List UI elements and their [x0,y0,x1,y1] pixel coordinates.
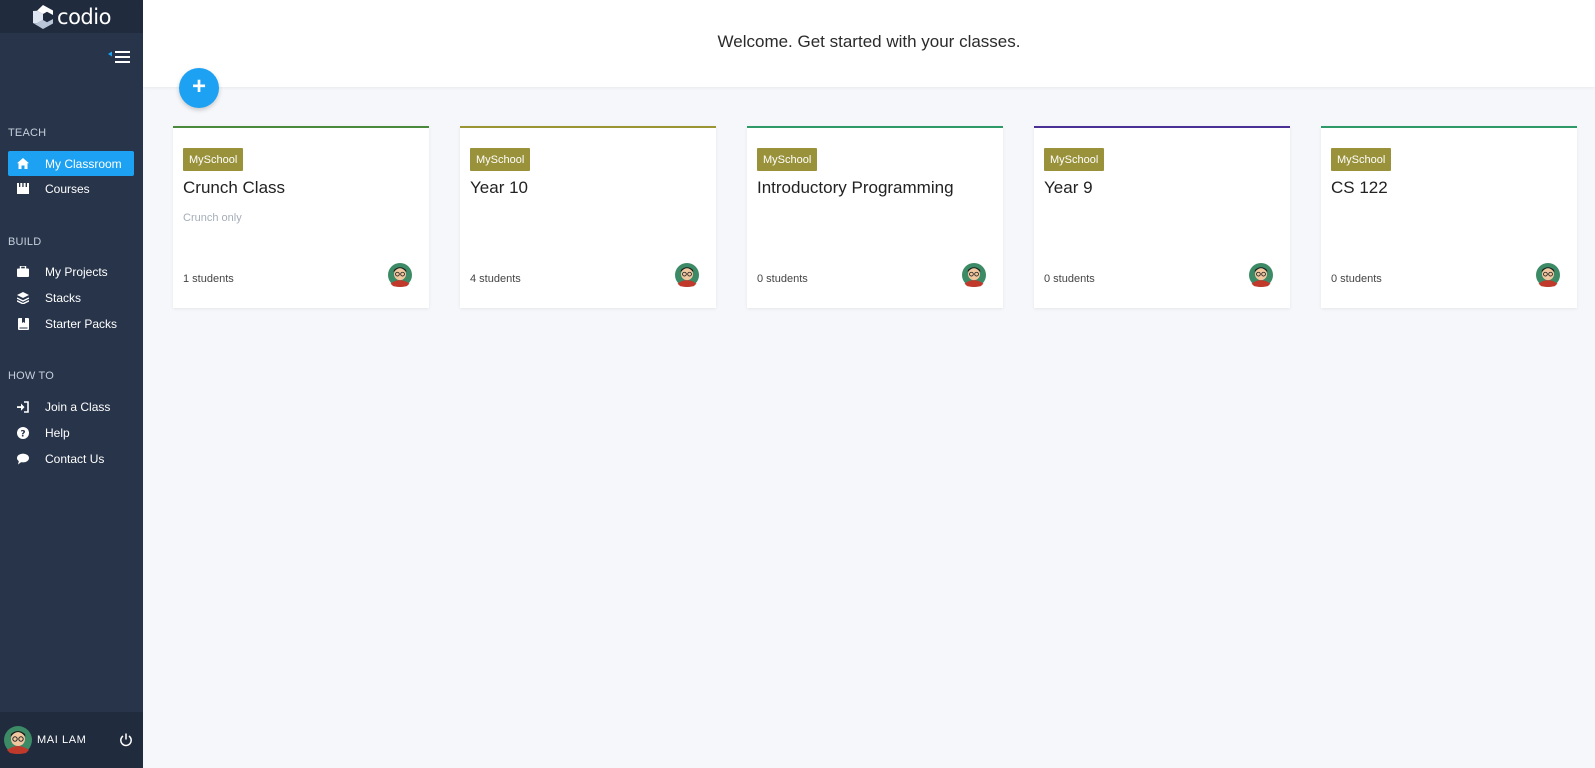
sidebar-item-label: Courses [45,181,90,196]
class-title: Year 9 [1044,178,1093,197]
school-badge: MySchool [757,148,818,171]
sidebar-item-label: Stacks [45,290,82,305]
header: Welcome. Get started with your classes. [143,0,1595,87]
school-badge: MySchool [1044,148,1105,171]
user-avatar[interactable] [4,726,32,754]
class-title: Crunch Class [183,178,286,197]
power-icon[interactable] [119,733,133,747]
teacher-avatar [675,263,699,287]
briefcase-icon [16,265,30,279]
teacher-avatar [962,263,986,287]
sidebar-item-stacks[interactable]: Stacks [8,285,134,310]
codio-logo-icon [33,4,54,29]
class-title: Year 10 [470,178,528,197]
logo[interactable]: codio [0,0,143,33]
sidebar: codio TEACH My Classroom Courses BUILD M… [0,0,143,768]
section-title-how-to: HOW TO [8,370,55,382]
svg-text:?: ? [20,429,25,439]
teacher-avatar [1249,263,1273,287]
sidebar-item-my-classroom[interactable]: My Classroom [8,151,134,176]
stack-layers-icon [16,291,30,305]
class-card[interactable]: MySchool Introductory Programming 0 studen… [747,126,1003,308]
menu-toggle-icon[interactable] [108,49,132,67]
sidebar-item-label: My Projects [45,264,108,279]
school-badge: MySchool [470,148,531,171]
sidebar-item-label: Starter Packs [45,316,118,331]
sidebar-item-contact-us[interactable]: Contact Us [8,446,134,471]
school-badge: MySchool [183,148,244,171]
courses-icon [16,182,30,196]
teacher-avatar [388,263,412,287]
sidebar-item-help[interactable]: ? Help [8,420,134,445]
sidebar-item-label: My Classroom [45,156,122,171]
user-name: MAI LAM [37,734,87,746]
sidebar-item-starter-packs[interactable]: Starter Packs [8,311,134,336]
student-count: 0 students [757,273,808,285]
sign-in-icon [16,400,30,414]
school-badge: MySchool [1331,148,1392,171]
teacher-avatar [1536,263,1560,287]
user-bar: MAI LAM [0,712,143,768]
question-circle-icon: ? [16,426,30,440]
class-card[interactable]: MySchool Year 10 4 students [460,126,716,308]
student-count: 1 students [183,273,234,285]
class-card[interactable]: MySchool CS 122 0 students [1321,126,1577,308]
book-icon [16,317,30,331]
page-title: Welcome. Get started with your classes. [717,32,1021,51]
sidebar-item-my-projects[interactable]: My Projects [8,259,134,284]
sidebar-item-courses[interactable]: Courses [8,176,134,201]
student-count: 0 students [1044,273,1095,285]
class-card[interactable]: MySchool Crunch Class Crunch only 1 student… [173,126,429,308]
logo-text: codio [57,4,111,29]
section-title-teach: TEACH [8,127,47,139]
chat-bubble-icon [16,452,30,466]
class-subtitle: Crunch only [183,212,242,224]
home-icon [16,157,30,171]
student-count: 0 students [1331,273,1382,285]
class-title: Introductory Programming [757,178,954,197]
section-title-build: BUILD [8,236,42,248]
sidebar-item-label: Contact Us [45,451,105,466]
sidebar-item-join-a-class[interactable]: Join a Class [8,394,134,419]
class-card[interactable]: MySchool Year 9 0 students [1034,126,1290,308]
plus-icon: + [191,73,206,100]
class-title: CS 122 [1331,178,1388,197]
sidebar-item-label: Join a Class [45,399,111,414]
student-count: 4 students [470,273,521,285]
add-class-button[interactable]: + [179,68,219,108]
sidebar-item-label: Help [45,425,70,440]
